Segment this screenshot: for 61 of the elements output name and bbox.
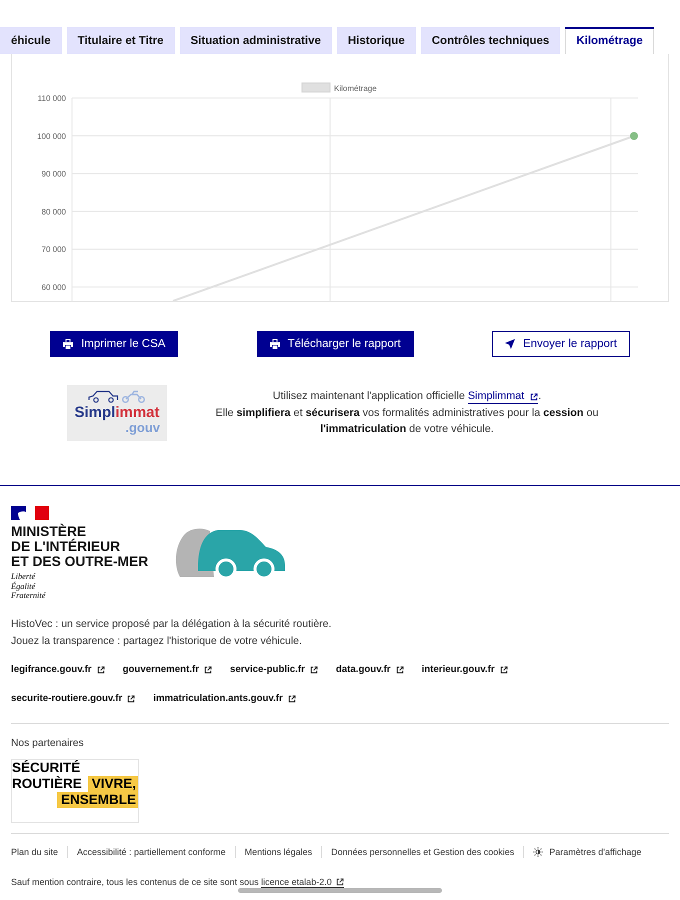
y-axis-label: 110 000 — [38, 94, 66, 103]
action-button[interactable]: Imprimer le CSA — [50, 331, 178, 357]
ministry-name: MINISTÈRE DE L'INTÉRIEUR ET DES OUTRE-MER — [11, 524, 148, 569]
partner-logo-slogan: VIVRE, — [88, 776, 138, 792]
scrollbar-thumb[interactable] — [238, 888, 442, 893]
footer-link[interactable]: immatriculation.ants.gouv.fr — [153, 692, 296, 704]
footer-bottom-link[interactable]: Données personnelles et Gestion des cookies — [322, 846, 524, 858]
app-domain: .gouv — [125, 421, 160, 435]
app-link[interactable]: Simplimmat — [468, 390, 538, 404]
external-link-icon — [500, 666, 508, 674]
footer-bottom-link[interactable]: Plan du site — [11, 846, 68, 858]
flag-icon — [11, 506, 49, 520]
partners-title: Nos partenaires — [11, 736, 85, 750]
printer-icon — [270, 339, 280, 349]
external-link-icon — [96, 666, 105, 674]
footer-description: HistoVec : un service proposé par la délégation à la sécurité routière. — [11, 616, 332, 632]
tab[interactable]: Contrôles techniques — [420, 27, 560, 54]
footer-link[interactable]: data.gouv.fr — [336, 664, 404, 676]
external-link-icon — [530, 392, 538, 401]
partner-logo-slogan: ENSEMBLE — [56, 792, 138, 808]
promo-text: Elle simplifiera et sécurisera vos formalités administratives pour la cession ou l'immatriculation de votre véhicule. — [214, 406, 600, 438]
footer-description: Jouez la transparence : partagez l'historique de votre véhicule. — [11, 634, 303, 648]
printer-icon — [63, 339, 74, 349]
external-link-icon — [204, 666, 212, 674]
external-link-icon — [396, 666, 404, 674]
y-axis-label: 100 000 — [37, 132, 66, 141]
external-link-icon — [336, 878, 344, 886]
display-settings-button[interactable]: Paramètres d'affichage — [524, 846, 650, 858]
contrast-icon — [533, 846, 544, 856]
data-point — [630, 132, 638, 140]
external-link-icon — [310, 666, 318, 674]
partner-logo-text: SÉCURITÉ — [12, 760, 82, 776]
intro-text: Utilisez maintenant l'application officielle Simplimmat . — [272, 389, 542, 405]
footer-link[interactable]: gouvernement.fr — [122, 664, 212, 676]
footer-link[interactable]: interieur.gouv.fr — [422, 664, 508, 676]
y-axis-label: 80 000 — [42, 207, 66, 216]
tab[interactable]: Historique — [336, 27, 416, 54]
partner-logo-text: ROUTIÈRE — [12, 776, 82, 792]
car-logo-icon — [174, 527, 286, 580]
action-button[interactable]: Envoyer le rapport — [492, 331, 630, 357]
footer-bottom-link[interactable]: Mentions légales — [236, 846, 322, 858]
tab[interactable]: éhicule — [0, 27, 62, 54]
y-axis-label: 90 000 — [42, 170, 66, 179]
legend-swatch-icon — [302, 82, 330, 92]
tab[interactable]: Kilométrage — [565, 27, 654, 54]
app-wordmark: Simplimmat — [74, 405, 160, 421]
external-link-icon — [288, 694, 296, 702]
y-axis-label: 60 000 — [42, 283, 66, 292]
footer-link[interactable]: service-public.fr — [230, 664, 318, 676]
external-link-icon — [127, 694, 136, 702]
y-axis-label: 70 000 — [42, 245, 66, 254]
action-button[interactable]: Télécharger le rapport — [256, 331, 414, 357]
footer-bottom-link[interactable]: Accessibilité : partiellement conforme — [68, 846, 235, 858]
legend-label: Kilométrage — [334, 84, 377, 93]
car-and-motorcycle-icon — [88, 390, 146, 403]
motto-text: Liberté Égalité Fraternité — [11, 572, 47, 600]
footer-link[interactable]: securite-routiere.gouv.fr — [11, 692, 136, 704]
footer-link[interactable]: legifrance.gouv.fr — [11, 664, 105, 676]
tab[interactable]: Titulaire et Titre — [66, 27, 174, 54]
send-icon — [504, 339, 515, 349]
tab[interactable]: Situation administrative — [180, 27, 332, 54]
